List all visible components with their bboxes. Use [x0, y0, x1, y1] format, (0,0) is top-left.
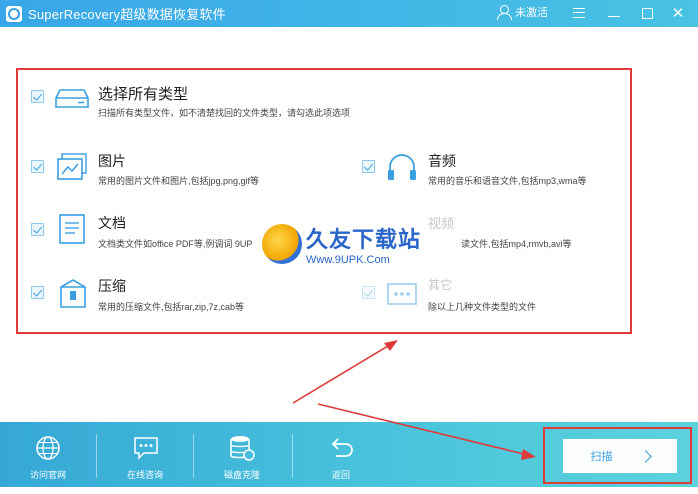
app-window: SuperRecovery超级数据恢复软件 未激活 ✕ 选择所有类型 扫描所有类… [0, 0, 698, 494]
user-icon [497, 5, 512, 20]
disk-clone-button[interactable]: 磁盘克隆 [194, 422, 290, 487]
maximize-button[interactable] [637, 3, 657, 23]
video-title: 视频 [428, 216, 455, 231]
scan-button[interactable]: 扫描 [563, 439, 677, 473]
title-bar: SuperRecovery超级数据恢复软件 [0, 0, 698, 27]
user-status: 未激活 [515, 7, 548, 19]
watermark-url: Www.9UPK.Com [306, 254, 390, 266]
video-desc: 读文件,包括mp4,rmvb,avi等 [461, 239, 572, 249]
zip-desc: 常用的压缩文件,包括rar,zip,7z,cab等 [98, 302, 245, 312]
other-desc: 除以上几种文件类型的文件 [428, 302, 537, 312]
database-clone-icon [229, 435, 255, 461]
image-icon [57, 153, 87, 180]
image-title: 图片 [98, 153, 126, 169]
scan-label: 扫描 [590, 451, 613, 463]
watermark-name: 久友下载站 [306, 227, 422, 252]
other-title: 其它 [428, 278, 453, 292]
headphones-icon [388, 154, 416, 180]
website-button[interactable]: 访问官网 [0, 422, 96, 487]
checkbox-zip[interactable] [31, 286, 44, 299]
drive-icon [55, 89, 89, 108]
audio-title: 音频 [428, 153, 456, 169]
document-title: 文档 [98, 215, 126, 231]
all-types-title: 选择所有类型 [98, 86, 189, 103]
minimize-icon [608, 15, 620, 17]
watermark-logo-icon [262, 224, 302, 264]
globe-icon [35, 435, 61, 461]
checkbox-image[interactable] [31, 160, 44, 173]
consult-label: 在线咨询 [126, 470, 163, 480]
checkbox-document[interactable] [31, 223, 44, 236]
chat-icon [132, 435, 158, 461]
disk-clone-label: 磁盘克隆 [223, 470, 260, 480]
document-icon [59, 214, 85, 244]
checkbox-all[interactable] [31, 90, 44, 103]
menu-button[interactable] [569, 3, 589, 23]
consult-button[interactable]: 在线咨询 [97, 422, 193, 487]
back-button[interactable]: 返回 [293, 422, 389, 487]
image-desc: 常用的图片文件和图片,包括jpg,png,gif等 [98, 176, 260, 186]
close-icon: ✕ [671, 4, 685, 22]
audio-desc: 常用的音乐和语音文件,包括mp3,wma等 [428, 176, 587, 186]
checkbox-audio[interactable] [362, 160, 375, 173]
document-desc: 文档类文件如office PDF等,例调词 9UP [98, 239, 253, 249]
maximize-icon [641, 7, 653, 19]
app-title: SuperRecovery超级数据恢复软件 [28, 7, 226, 22]
app-logo-icon [6, 5, 22, 22]
chevron-right-icon [638, 449, 652, 463]
zip-title: 压缩 [98, 278, 126, 294]
back-arrow-icon [328, 435, 354, 461]
other-files-icon [387, 283, 417, 305]
back-label: 返回 [331, 470, 350, 480]
user-account[interactable]: 未激活 [497, 4, 548, 20]
checkbox-other[interactable] [362, 286, 375, 299]
all-types-desc: 扫描所有类型文件，如不清楚找回的文件类型，请勾选此项选项 [98, 108, 351, 118]
website-label: 访问官网 [29, 470, 66, 480]
menu-icon [573, 8, 585, 18]
close-button[interactable]: ✕ [668, 3, 688, 23]
minimize-button[interactable] [604, 3, 624, 23]
archive-icon [60, 279, 86, 308]
watermark: 久友下载站 Www.9UPK.Com [262, 222, 421, 266]
